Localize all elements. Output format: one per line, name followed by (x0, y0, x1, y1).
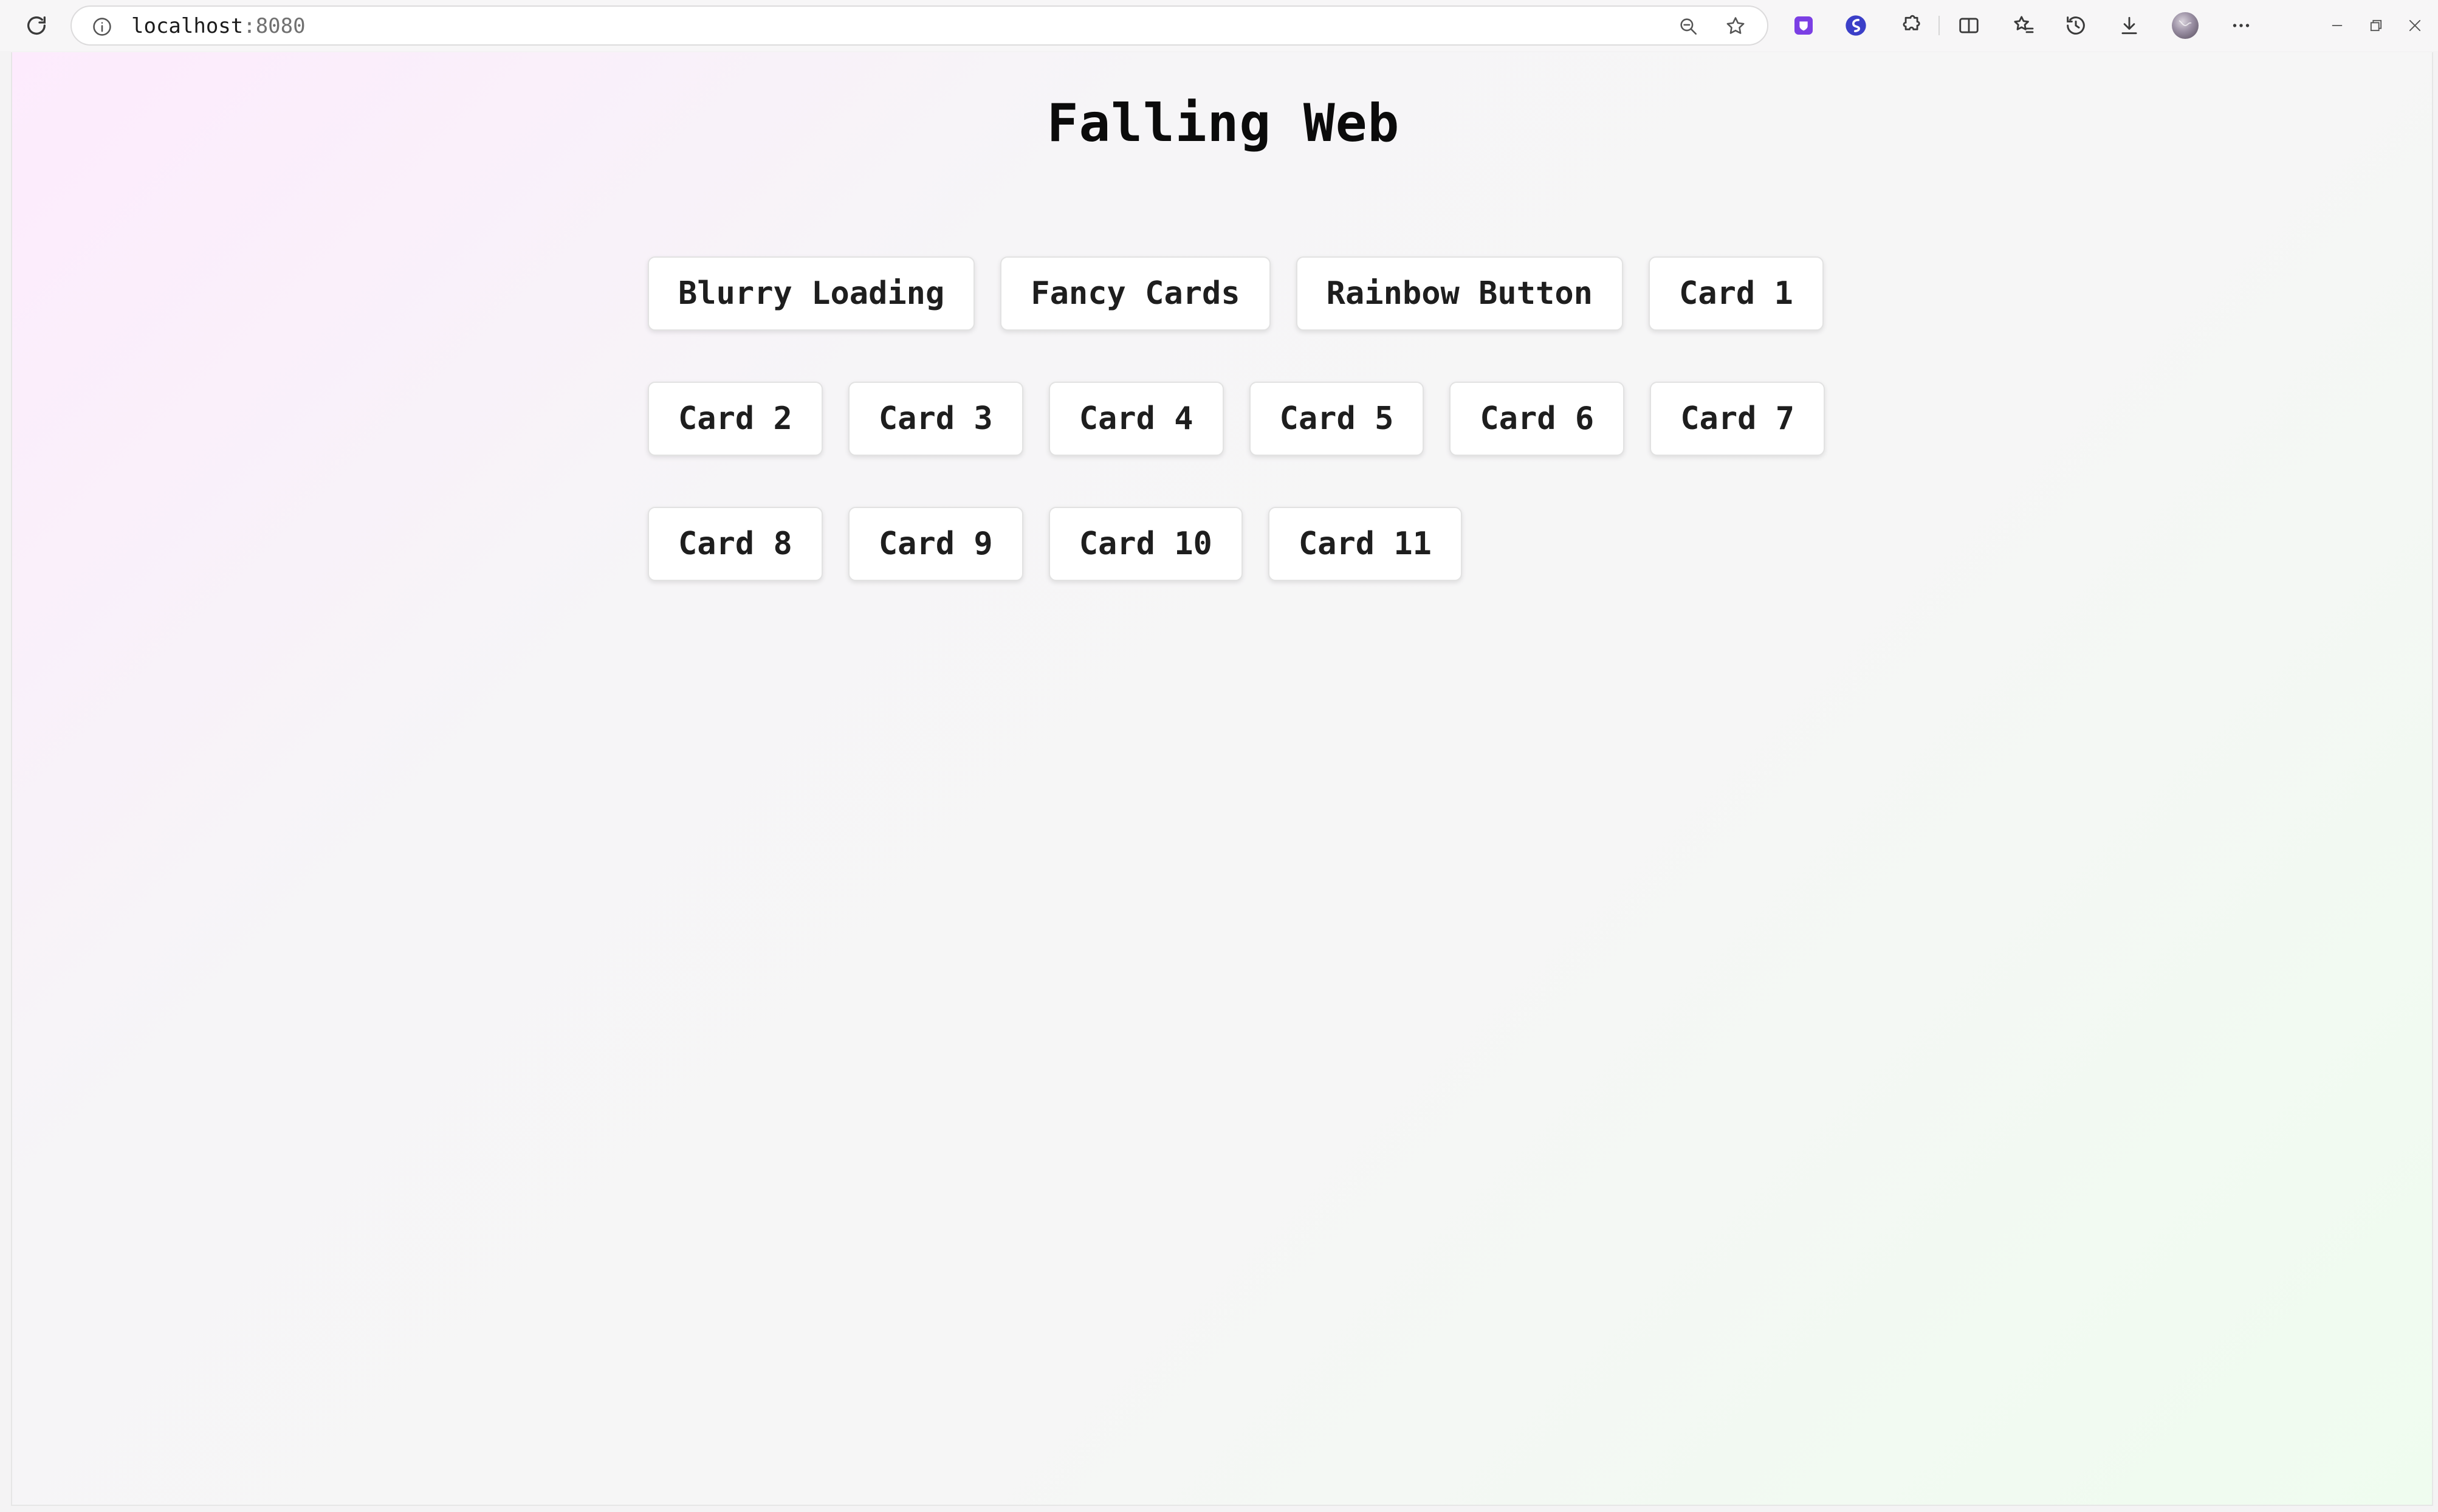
card-blurry-loading[interactable]: Blurry Loading (648, 256, 975, 331)
extension-shield-icon[interactable] (1789, 11, 1818, 40)
card-10[interactable]: Card 10 (1048, 507, 1243, 581)
browser-toolbar: localhost:8080 (0, 0, 2438, 51)
card-7[interactable]: Card 7 (1650, 382, 1825, 456)
card-9[interactable]: Card 9 (848, 507, 1023, 581)
extension-s-icon[interactable] (1841, 11, 1870, 40)
profile-avatar[interactable] (2171, 11, 2200, 40)
history-icon[interactable] (2061, 11, 2090, 40)
url-host: localhost (131, 14, 244, 38)
card-8[interactable]: Card 8 (648, 507, 823, 581)
zoom-out-icon[interactable] (1676, 14, 1700, 38)
download-icon[interactable] (2115, 11, 2144, 40)
toolbar-divider (1938, 16, 1940, 35)
reload-icon[interactable] (22, 12, 51, 39)
card-fancy-cards[interactable]: Fancy Cards (1000, 256, 1271, 331)
address-bar[interactable]: localhost:8080 (70, 5, 1768, 46)
card-rainbow-button[interactable]: Rainbow Button (1296, 256, 1623, 331)
favorites-icon[interactable] (2009, 11, 2038, 40)
card-2[interactable]: Card 2 (648, 382, 823, 456)
card-grid: Blurry Loading Fancy Cards Rainbow Butto… (648, 256, 1827, 581)
restore-icon[interactable] (2363, 12, 2389, 39)
page-title: Falling Web (1046, 93, 1400, 154)
more-icon[interactable] (2227, 11, 2256, 40)
bookmark-star-icon[interactable] (1722, 13, 1749, 40)
card-6[interactable]: Card 6 (1449, 382, 1625, 456)
close-icon[interactable] (2402, 12, 2428, 39)
card-1[interactable]: Card 1 (1648, 256, 1824, 331)
split-view-icon[interactable] (1954, 11, 1983, 40)
url-text[interactable]: localhost:8080 (131, 13, 306, 40)
card-5[interactable]: Card 5 (1249, 382, 1424, 456)
card-3[interactable]: Card 3 (848, 382, 1023, 456)
info-icon[interactable] (90, 15, 114, 39)
card-11[interactable]: Card 11 (1268, 507, 1462, 581)
page-viewport: Falling Web Blurry Loading Fancy Cards R… (11, 52, 2433, 1506)
card-4[interactable]: Card 4 (1048, 382, 1224, 456)
minimize-icon[interactable] (2324, 12, 2350, 39)
url-port: :8080 (243, 14, 306, 38)
puzzle-icon[interactable] (1896, 11, 1925, 40)
